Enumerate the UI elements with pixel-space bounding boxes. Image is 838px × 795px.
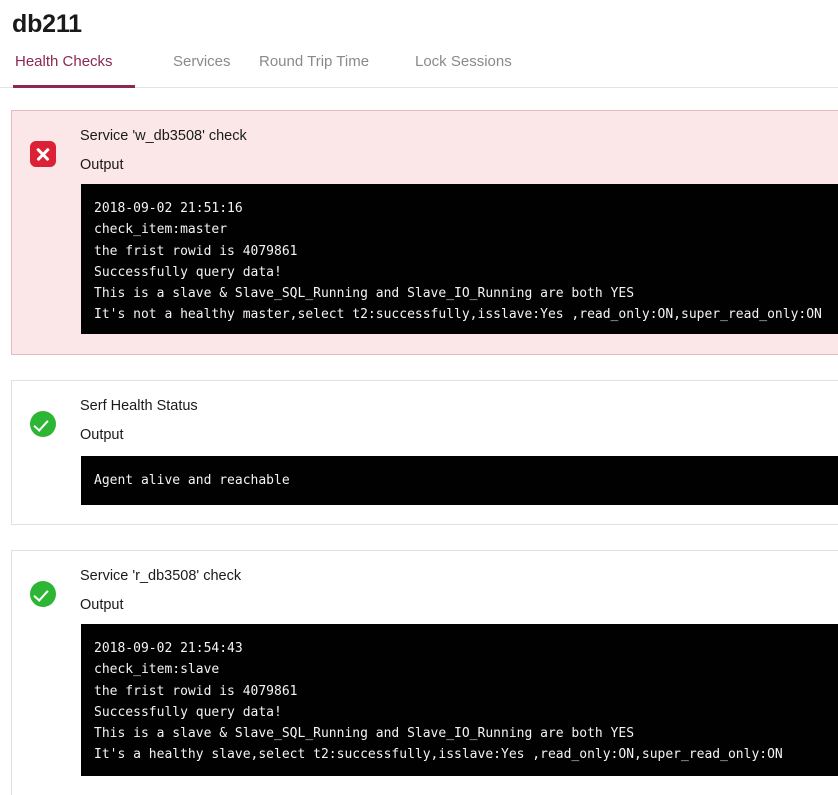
terminal-line: check_item:master (94, 222, 228, 238)
health-check-header: Serf Health Status Output (12, 381, 838, 443)
terminal-line: Successfully query data! (94, 264, 282, 280)
output-label: Output (80, 427, 124, 443)
terminal-line: Successfully query data! (94, 704, 282, 720)
tab-round-trip-time[interactable]: Round Trip Time (234, 48, 391, 87)
tab-lock-sessions-label: Lock Sessions (415, 53, 512, 70)
tab-active-underline (13, 85, 135, 88)
tab-services[interactable]: Services (135, 48, 234, 87)
terminal-line: check_item:slave (94, 662, 220, 678)
health-check-header: Service 'r_db3508' check Output (12, 551, 838, 613)
output-label: Output (80, 157, 124, 173)
tab-health-checks[interactable]: Health Checks (13, 48, 135, 88)
tab-underline (391, 85, 531, 88)
terminal-line: Agent alive and reachable (94, 473, 290, 488)
tab-round-trip-time-label: Round Trip Time (259, 53, 370, 70)
tab-bar: Health Checks Services Round Trip Time L… (0, 48, 838, 88)
tab-lock-sessions[interactable]: Lock Sessions (391, 48, 531, 87)
terminal-line: This is a slave & Slave_SQL_Running and … (94, 286, 635, 302)
health-check-card[interactable]: Serf Health Status Output Agent alive an… (11, 380, 838, 525)
check-output-terminal: Agent alive and reachable (81, 456, 838, 505)
health-check-name: Service 'w_db3508' check (80, 128, 247, 144)
x-circle-icon (30, 141, 56, 167)
tab-services-label: Services (173, 53, 231, 70)
terminal-line: the frist rowid is 4079861 (94, 683, 298, 699)
terminal-line: 2018-09-02 21:54:43 (94, 641, 243, 656)
tab-underline (234, 85, 391, 88)
health-check-header: Service 'w_db3508' check Output (12, 111, 838, 173)
health-check-name: Serf Health Status (80, 398, 198, 414)
terminal-line: the frist rowid is 4079861 (94, 243, 298, 259)
tab-underline (135, 85, 234, 88)
terminal-line: 2018-09-02 21:51:16 (94, 201, 243, 216)
check-circle-icon (30, 581, 56, 607)
output-label: Output (80, 597, 124, 613)
terminal-line: It's not a healthy master,select t2:succ… (94, 307, 822, 323)
terminal-line: This is a slave & Slave_SQL_Running and … (94, 726, 635, 742)
check-circle-icon (30, 411, 56, 437)
check-output-terminal: 2018-09-02 21:51:16 check_item:masterthe … (81, 184, 838, 334)
page-title: db211 (12, 10, 82, 38)
check-output-terminal: 2018-09-02 21:54:43 check_item:slavethe f… (81, 624, 838, 776)
health-check-card[interactable]: Service 'w_db3508' check Output 2018-09-… (11, 110, 838, 355)
tab-health-checks-label: Health Checks (15, 53, 113, 70)
health-check-name: Service 'r_db3508' check (80, 568, 242, 584)
health-check-card[interactable]: Service 'r_db3508' check Output 2018-09-… (11, 550, 838, 795)
health-checks-page: db211 Health Checks Services Round Trip … (0, 0, 838, 795)
terminal-line: It's a healthy slave,select t2:successfu… (94, 747, 783, 763)
